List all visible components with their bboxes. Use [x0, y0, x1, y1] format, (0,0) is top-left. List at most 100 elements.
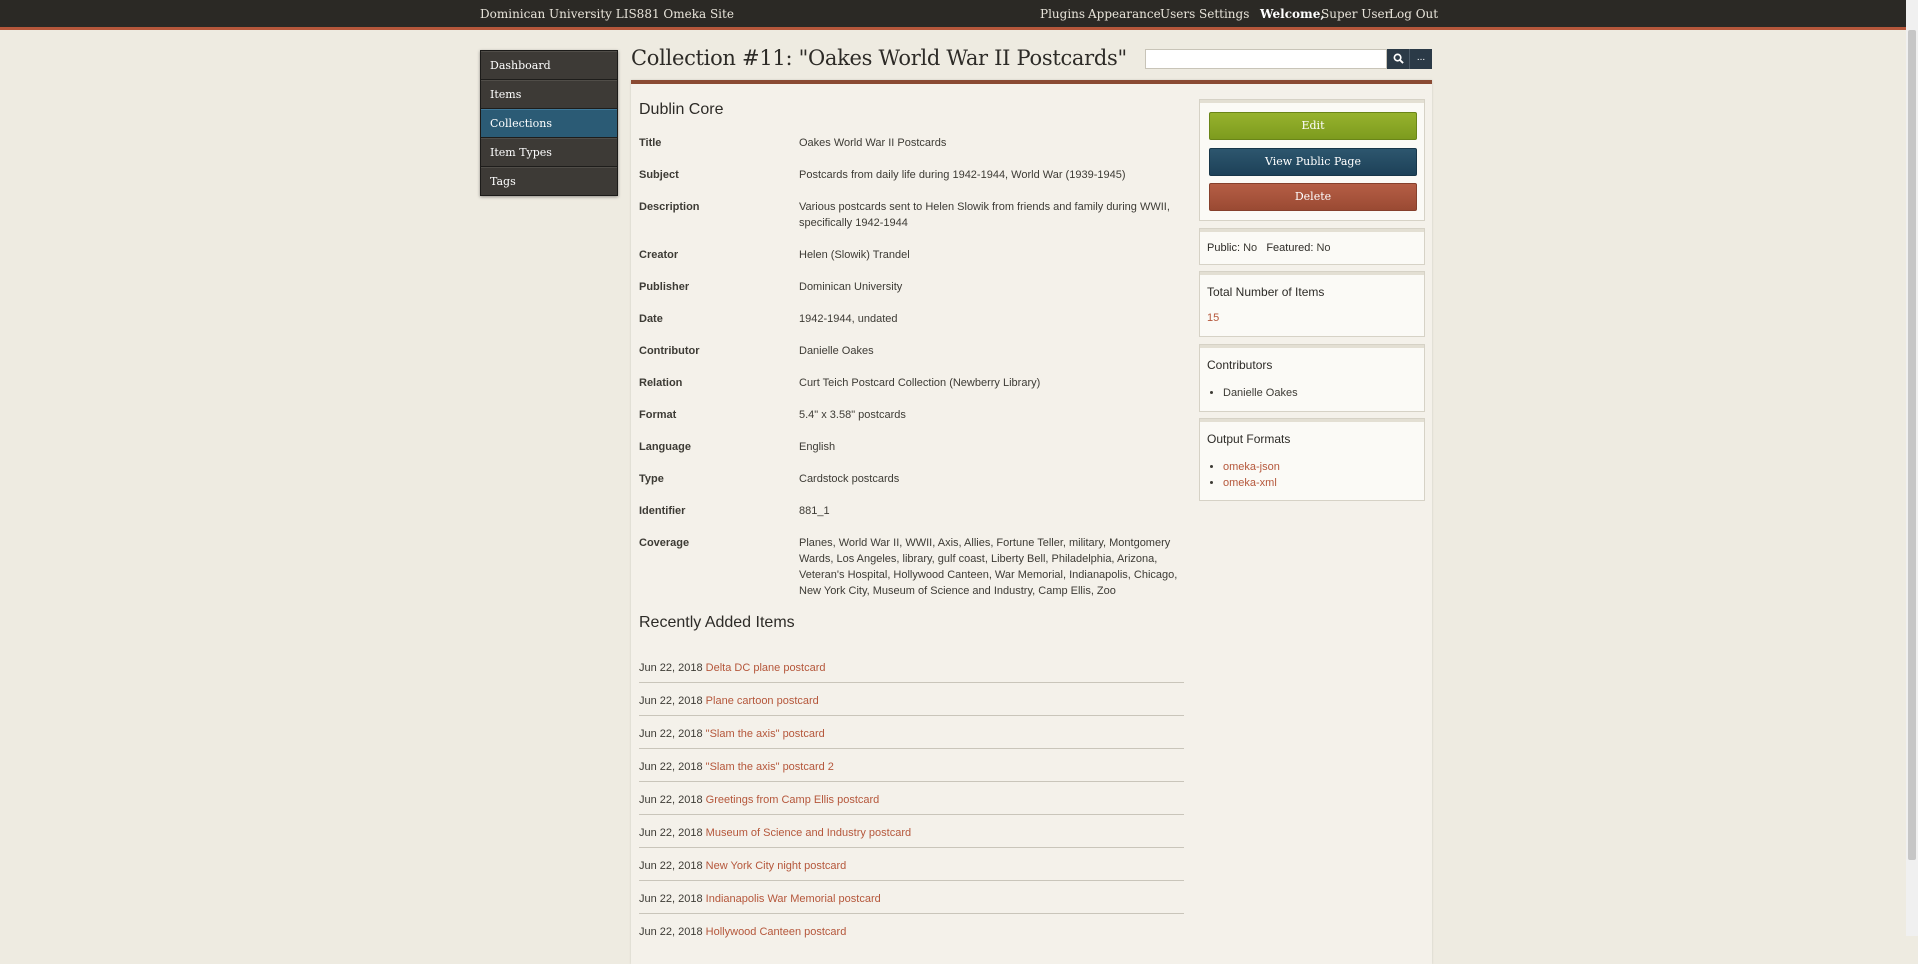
list-item: Jun 22, 2018 New York City night postcar…	[639, 848, 1184, 881]
list-item: Jun 22, 2018 Greetings from Camp Ellis p…	[639, 782, 1184, 815]
list-item: Jun 22, 2018 Delta DC plane postcard	[639, 650, 1184, 683]
field-name-format: Format	[639, 409, 677, 421]
field-value-subject: Postcards from daily life during 1942-19…	[799, 169, 1126, 181]
contributors-list: Danielle Oakes	[1207, 385, 1298, 401]
contributors-panel: Contributors Danielle Oakes	[1199, 344, 1425, 412]
sidebar-item-tags[interactable]: Tags	[481, 167, 617, 195]
total-items-heading: Total Number of Items	[1207, 285, 1325, 299]
admin-top-bar: Dominican University LIS881 Omeka Site P…	[0, 0, 1918, 30]
field-name-contributor: Contributor	[639, 345, 700, 357]
site-title-link[interactable]: Dominican University LIS881 Omeka Site	[480, 7, 734, 21]
public-value: No	[1243, 242, 1258, 254]
field-value-identifier: 881_1	[799, 505, 830, 517]
actions-panel: Edit View Public Page Delete	[1199, 99, 1425, 221]
field-name-date: Date	[639, 313, 663, 325]
field-name-creator: Creator	[639, 249, 679, 261]
field-value-date: 1942-1944, undated	[799, 313, 898, 325]
omeka-json-link[interactable]: omeka-json	[1223, 461, 1280, 473]
contributors-heading: Contributors	[1207, 358, 1273, 372]
field-value-title: Oakes World War II Postcards	[799, 137, 947, 149]
scrollbar-thumb[interactable]	[1908, 30, 1916, 860]
field-value-description: Various postcards sent to Helen Slowik f…	[799, 201, 1170, 229]
status-panel: Public: No Featured: No	[1199, 228, 1425, 265]
delete-button[interactable]: Delete	[1209, 183, 1417, 211]
panel-divider	[1200, 100, 1424, 103]
item-date: Jun 22, 2018	[639, 728, 706, 740]
field-name-identifier: Identifier	[639, 505, 686, 517]
item-link[interactable]: New York City night postcard	[706, 860, 847, 872]
item-date: Jun 22, 2018	[639, 761, 706, 773]
item-date: Jun 22, 2018	[639, 827, 706, 839]
nav-users-link[interactable]: Users	[1160, 7, 1195, 21]
field-name-type: Type	[639, 473, 664, 485]
output-format-item: omeka-xml	[1223, 475, 1280, 491]
item-date: Jun 22, 2018	[639, 695, 706, 707]
item-date: Jun 22, 2018	[639, 662, 706, 674]
item-link[interactable]: "Slam the axis" postcard 2	[706, 761, 834, 773]
item-link[interactable]: "Slam the axis" postcard	[706, 728, 825, 740]
dublin-core-heading: Dublin Core	[639, 101, 724, 118]
page-title: Collection #11: "Oakes World War II Post…	[631, 46, 1127, 70]
field-value-creator: Helen (Slowik) Trandel	[799, 249, 910, 261]
field-name-publisher: Publisher	[639, 281, 690, 293]
panel-divider	[1200, 345, 1424, 348]
featured-value: No	[1316, 242, 1331, 254]
list-item: Jun 22, 2018 Museum of Science and Indus…	[639, 815, 1184, 848]
search-button[interactable]	[1387, 49, 1409, 69]
sidebar-item-dashboard[interactable]: Dashboard	[481, 51, 617, 80]
edit-button[interactable]: Edit	[1209, 112, 1417, 140]
search-icon	[1393, 53, 1404, 64]
field-name-subject: Subject	[639, 169, 679, 181]
nav-plugins-link[interactable]: Plugins	[1040, 7, 1085, 21]
user-name-link[interactable]: Super User	[1321, 7, 1390, 21]
view-public-page-button[interactable]: View Public Page	[1209, 148, 1417, 176]
field-value-relation: Curt Teich Postcard Collection (Newberry…	[799, 377, 1041, 389]
search-form: ...	[1145, 49, 1432, 69]
advanced-search-button[interactable]: ...	[1409, 49, 1432, 69]
item-link[interactable]: Plane cartoon postcard	[706, 695, 819, 707]
list-item: Jun 22, 2018 Indianapolis War Memorial p…	[639, 881, 1184, 914]
item-date: Jun 22, 2018	[639, 893, 706, 905]
vertical-scrollbar[interactable]	[1906, 0, 1918, 936]
field-value-language: English	[799, 441, 836, 453]
field-name-description: Description	[639, 201, 700, 213]
recently-added-heading: Recently Added Items	[639, 614, 795, 631]
output-formats-panel: Output Formats omeka-json omeka-xml	[1199, 418, 1425, 501]
field-value-publisher: Dominican University	[799, 281, 903, 293]
total-items-count-link[interactable]: 15	[1207, 312, 1219, 324]
item-date: Jun 22, 2018	[639, 794, 706, 806]
output-formats-heading: Output Formats	[1207, 432, 1291, 446]
item-date: Jun 22, 2018	[639, 926, 706, 938]
panel-divider	[1200, 229, 1424, 232]
item-link[interactable]: Museum of Science and Industry postcard	[706, 827, 911, 839]
panel-divider	[1200, 272, 1424, 275]
contributor-item: Danielle Oakes	[1223, 385, 1298, 401]
field-value-format: 5.4" x 3.58" postcards	[799, 409, 906, 421]
output-format-item: omeka-json	[1223, 459, 1280, 475]
total-items-panel: Total Number of Items 15	[1199, 271, 1425, 337]
field-name-title: Title	[639, 137, 662, 149]
sidebar-item-item-types[interactable]: Item Types	[481, 138, 617, 167]
item-link[interactable]: Indianapolis War Memorial postcard	[706, 893, 881, 905]
item-link[interactable]: Delta DC plane postcard	[706, 662, 826, 674]
field-value-coverage: Planes, World War II, WWII, Axis, Allies…	[799, 537, 1178, 597]
nav-appearance-link[interactable]: Appearance	[1088, 7, 1161, 21]
list-item: Jun 22, 2018 Plane cartoon postcard	[639, 683, 1184, 716]
logout-link[interactable]: Log Out	[1389, 7, 1438, 21]
output-formats-list: omeka-json omeka-xml	[1207, 459, 1280, 491]
sidebar-item-collections[interactable]: Collections	[481, 109, 617, 138]
list-item: Jun 22, 2018 "Slam the axis" postcard 2	[639, 749, 1184, 782]
item-link[interactable]: Greetings from Camp Ellis postcard	[706, 794, 880, 806]
omeka-xml-link[interactable]: omeka-xml	[1223, 477, 1277, 489]
field-value-contributor: Danielle Oakes	[799, 345, 874, 357]
field-value-type: Cardstock postcards	[799, 473, 900, 485]
sidebar-item-items[interactable]: Items	[481, 80, 617, 109]
item-link[interactable]: Hollywood Canteen postcard	[706, 926, 847, 938]
field-name-relation: Relation	[639, 377, 683, 389]
field-name-coverage: Coverage	[639, 537, 690, 549]
search-input[interactable]	[1145, 49, 1387, 69]
field-name-language: Language	[639, 441, 691, 453]
item-date: Jun 22, 2018	[639, 860, 706, 872]
public-label: Public:	[1207, 242, 1241, 254]
nav-settings-link[interactable]: Settings	[1199, 7, 1249, 21]
